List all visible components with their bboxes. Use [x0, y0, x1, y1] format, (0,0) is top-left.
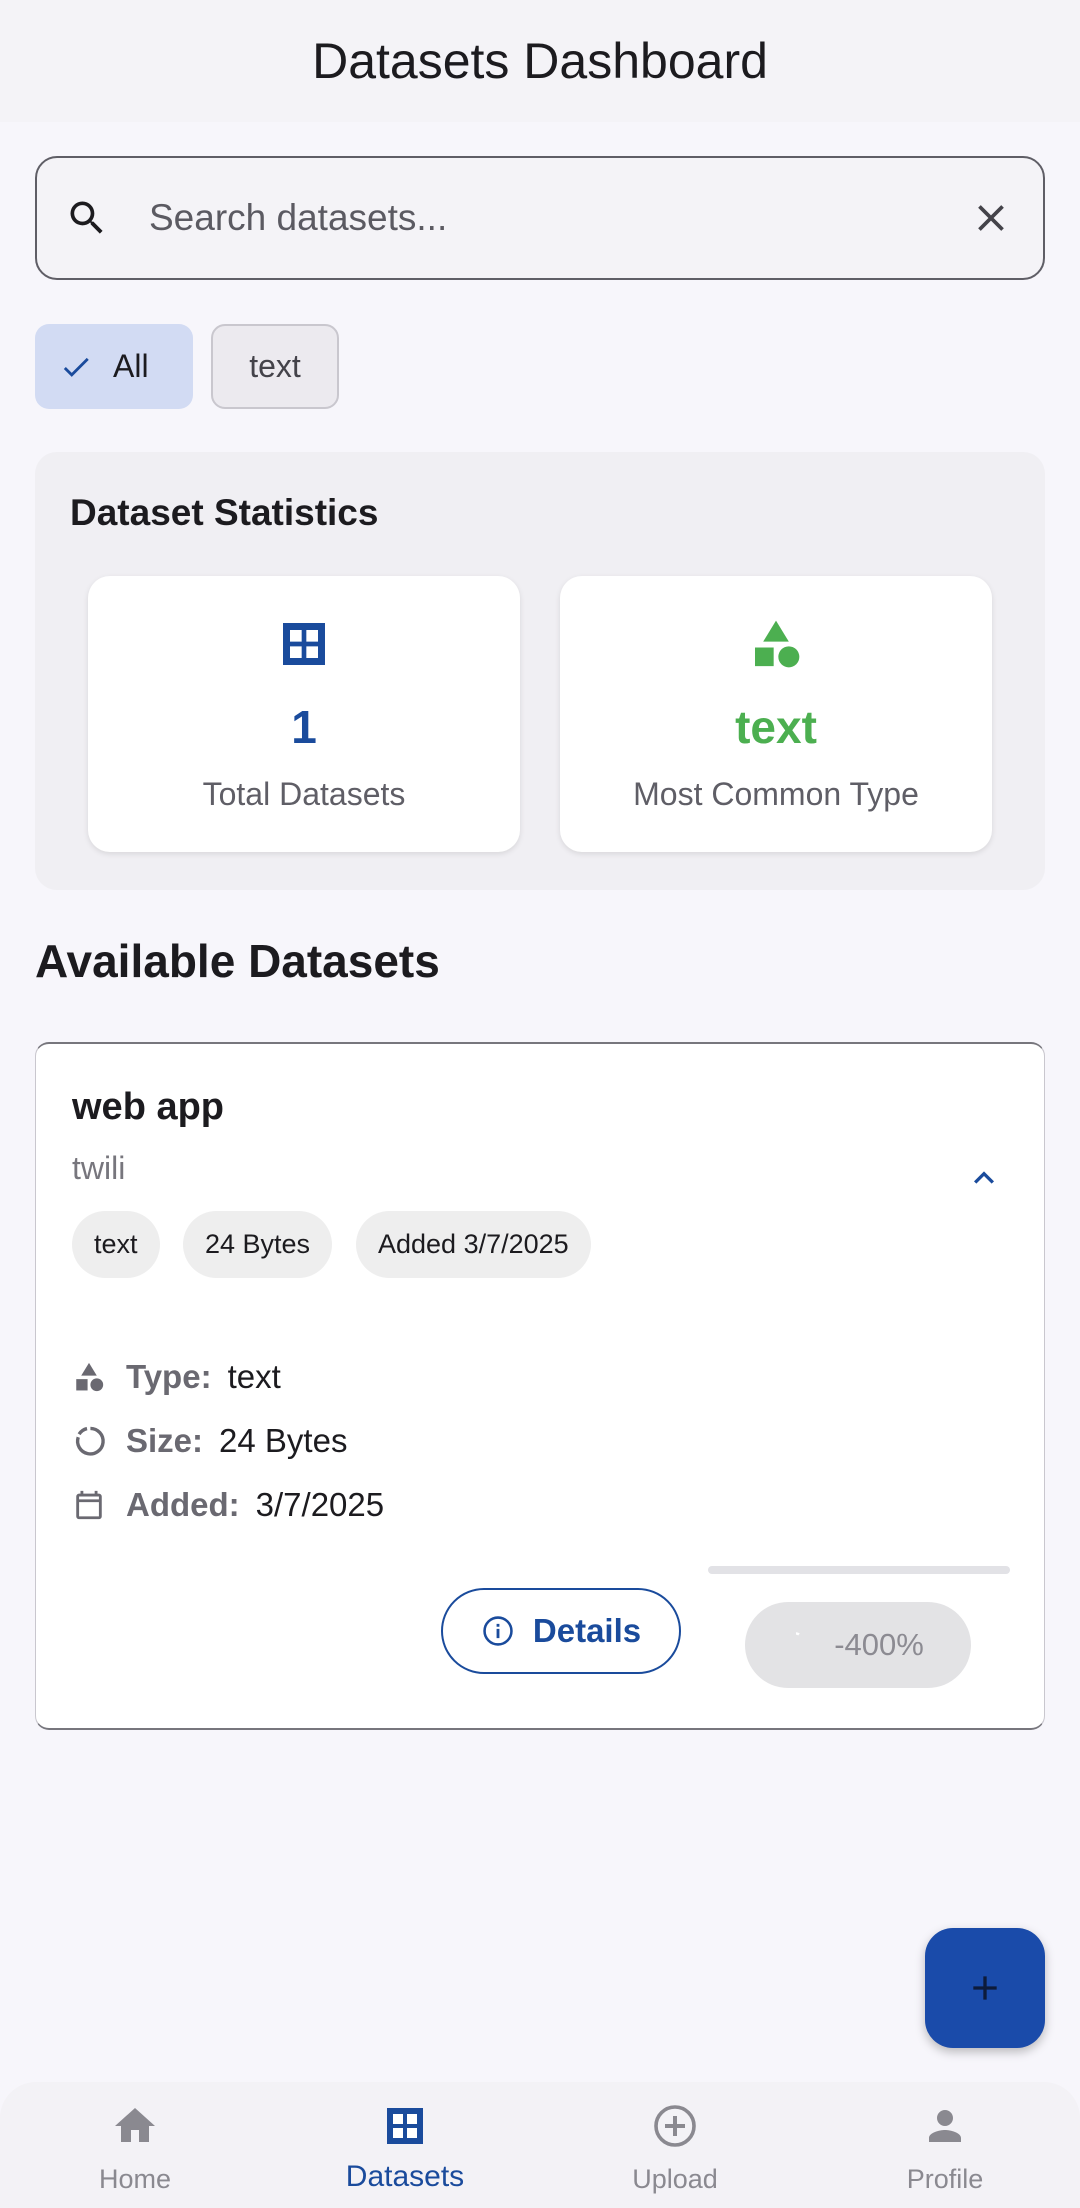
progress-button[interactable]: -400%: [745, 1602, 971, 1688]
statistics-panel: Dataset Statistics 1 Total Datasets text…: [35, 452, 1045, 890]
spinner-icon: [796, 1632, 800, 1636]
details-label: Details: [532, 1612, 642, 1649]
nav-upload[interactable]: Upload: [540, 2082, 810, 2208]
nav-profile[interactable]: Profile: [810, 2082, 1080, 2208]
filter-chip-label: text: [249, 348, 301, 384]
common-type-label: Most Common Type: [633, 776, 919, 812]
type-key: Type:: [126, 1358, 212, 1395]
tag-added: Added 3/7/2025: [356, 1211, 591, 1278]
added-value: 3/7/2025: [255, 1486, 385, 1523]
info-icon: [483, 1616, 513, 1646]
total-datasets-card: 1 Total Datasets: [88, 576, 520, 852]
nav-label: Profile: [906, 2164, 984, 2194]
info-type-row: Type: text: [72, 1358, 281, 1396]
filter-chip-all[interactable]: All: [35, 324, 193, 409]
dataset-name: web app: [72, 1086, 225, 1128]
filter-chip-label: All: [113, 348, 149, 384]
shapes-icon: [755, 620, 800, 668]
shapes-icon: [76, 1362, 104, 1392]
dataset-card[interactable]: web app twili text 24 Bytes Added 3/7/20…: [35, 1042, 1045, 1730]
statistics-title: Dataset Statistics: [70, 492, 379, 533]
progress-label: -400%: [834, 1627, 924, 1662]
search-placeholder[interactable]: Search datasets...: [149, 197, 969, 239]
nav-label: Home: [98, 2164, 172, 2194]
details-button[interactable]: Details: [441, 1588, 681, 1674]
common-type-card: text Most Common Type: [560, 576, 992, 852]
home-icon: [115, 2108, 155, 2142]
size-key: Size:: [126, 1422, 204, 1459]
tag-type: text: [72, 1211, 160, 1278]
data-usage-icon: [75, 1426, 105, 1456]
person-icon: [929, 2110, 961, 2142]
check-icon: [63, 357, 89, 377]
add-circle-icon: [654, 2105, 696, 2147]
dataset-owner: twili: [72, 1150, 126, 1186]
calendar-icon: [76, 1490, 102, 1520]
size-value: 24 Bytes: [219, 1422, 348, 1459]
search-icon[interactable]: [65, 196, 109, 240]
filter-chip-text[interactable]: text: [211, 324, 339, 409]
page-title: Datasets Dashboard: [312, 33, 768, 89]
common-type-value: text: [735, 701, 817, 753]
chevron-up-icon[interactable]: [964, 1158, 1004, 1198]
bottom-navigation: Home Datasets Upload Profile: [0, 2082, 1080, 2208]
total-datasets-label: Total Datasets: [202, 776, 406, 812]
nav-label: Datasets: [345, 2160, 465, 2193]
total-datasets-value: 1: [291, 701, 317, 753]
type-value: text: [227, 1358, 281, 1395]
plus-icon: [973, 1976, 997, 2000]
search-input[interactable]: Search datasets...: [35, 156, 1045, 280]
grid-icon: [283, 623, 325, 665]
section-title: Available Datasets: [35, 935, 440, 987]
app-bar: Datasets Dashboard: [0, 0, 1080, 122]
progress-bar: [708, 1566, 1010, 1574]
info-added-row: Added: 3/7/2025: [72, 1486, 384, 1524]
tag-size: 24 Bytes: [183, 1211, 333, 1278]
added-key: Added:: [126, 1486, 240, 1523]
add-dataset-fab[interactable]: [925, 1928, 1045, 2048]
grid-icon: [387, 2108, 423, 2144]
info-size-row: Size: 24 Bytes: [72, 1422, 347, 1460]
nav-label: Upload: [632, 2164, 718, 2194]
nav-datasets[interactable]: Datasets: [270, 2082, 540, 2208]
nav-home[interactable]: Home: [0, 2082, 270, 2208]
close-icon[interactable]: [969, 196, 1013, 240]
